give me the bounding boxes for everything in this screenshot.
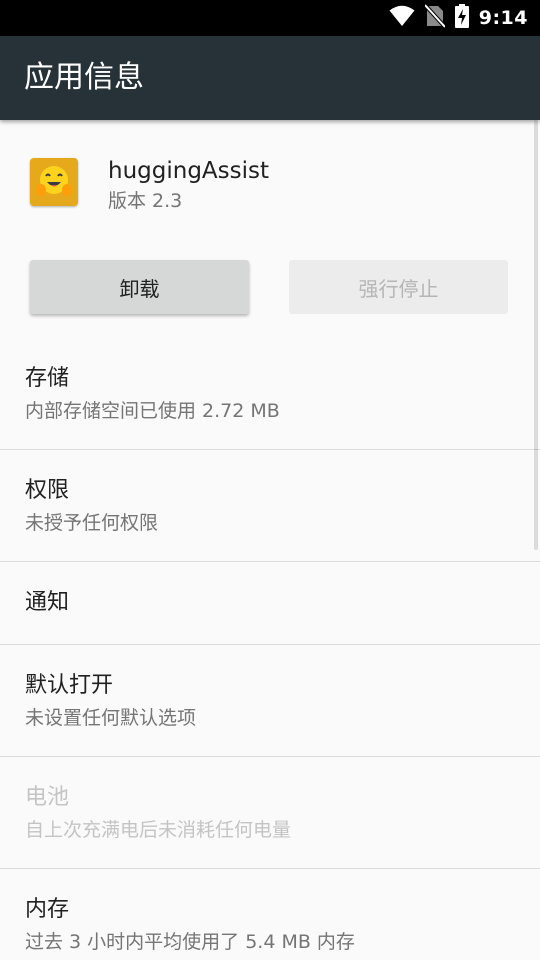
no-sim-icon xyxy=(423,3,447,32)
pref-item-battery: 电池 自上次充满电后未消耗任何电量 xyxy=(0,757,540,869)
pref-summary: 未授予任何权限 xyxy=(25,512,159,534)
pref-title: 权限 xyxy=(25,478,70,503)
hugging-face-icon xyxy=(30,158,78,206)
pref-title: 电池 xyxy=(25,785,70,810)
status-bar: 9:14 xyxy=(0,0,540,36)
scrollbar[interactable] xyxy=(534,120,538,550)
pref-summary: 自上次充满电后未消耗任何电量 xyxy=(25,819,292,841)
battery-charging-icon xyxy=(454,4,469,32)
pref-title: 存储 xyxy=(25,366,70,391)
pref-item-notifications[interactable]: 通知 xyxy=(0,562,540,645)
pref-list: 存储 内部存储空间已使用 2.72 MB 权限 未授予任何权限 通知 默认打开 … xyxy=(0,338,540,960)
force-stop-button: 强行停止 xyxy=(289,260,508,314)
status-icons: 9:14 xyxy=(389,0,528,36)
pref-title: 内存 xyxy=(25,897,70,922)
pref-title: 通知 xyxy=(25,590,70,615)
app-info-content[interactable]: huggingAssist 版本 2.3 卸载 强行停止 存储 内部存储空间已使… xyxy=(0,120,540,960)
wifi-icon xyxy=(389,5,415,31)
status-time: 9:14 xyxy=(478,7,528,29)
page-title: 应用信息 xyxy=(24,60,144,95)
pref-title: 默认打开 xyxy=(25,673,114,698)
app-bar: 应用信息 xyxy=(0,36,540,120)
pref-item-permissions[interactable]: 权限 未授予任何权限 xyxy=(0,450,540,562)
app-header: huggingAssist 版本 2.3 xyxy=(0,156,540,226)
app-name: huggingAssist xyxy=(108,158,270,184)
pref-item-memory[interactable]: 内存 过去 3 小时内平均使用了 5.4 MB 内存 xyxy=(0,869,540,960)
app-version: 版本 2.3 xyxy=(108,190,183,212)
uninstall-button[interactable]: 卸载 xyxy=(30,260,249,314)
pref-item-open-by-default[interactable]: 默认打开 未设置任何默认选项 xyxy=(0,645,540,757)
pref-summary: 过去 3 小时内平均使用了 5.4 MB 内存 xyxy=(25,931,355,953)
pref-summary: 内部存储空间已使用 2.72 MB xyxy=(25,400,280,422)
pref-item-storage[interactable]: 存储 内部存储空间已使用 2.72 MB xyxy=(0,338,540,450)
pref-summary: 未设置任何默认选项 xyxy=(25,707,197,729)
